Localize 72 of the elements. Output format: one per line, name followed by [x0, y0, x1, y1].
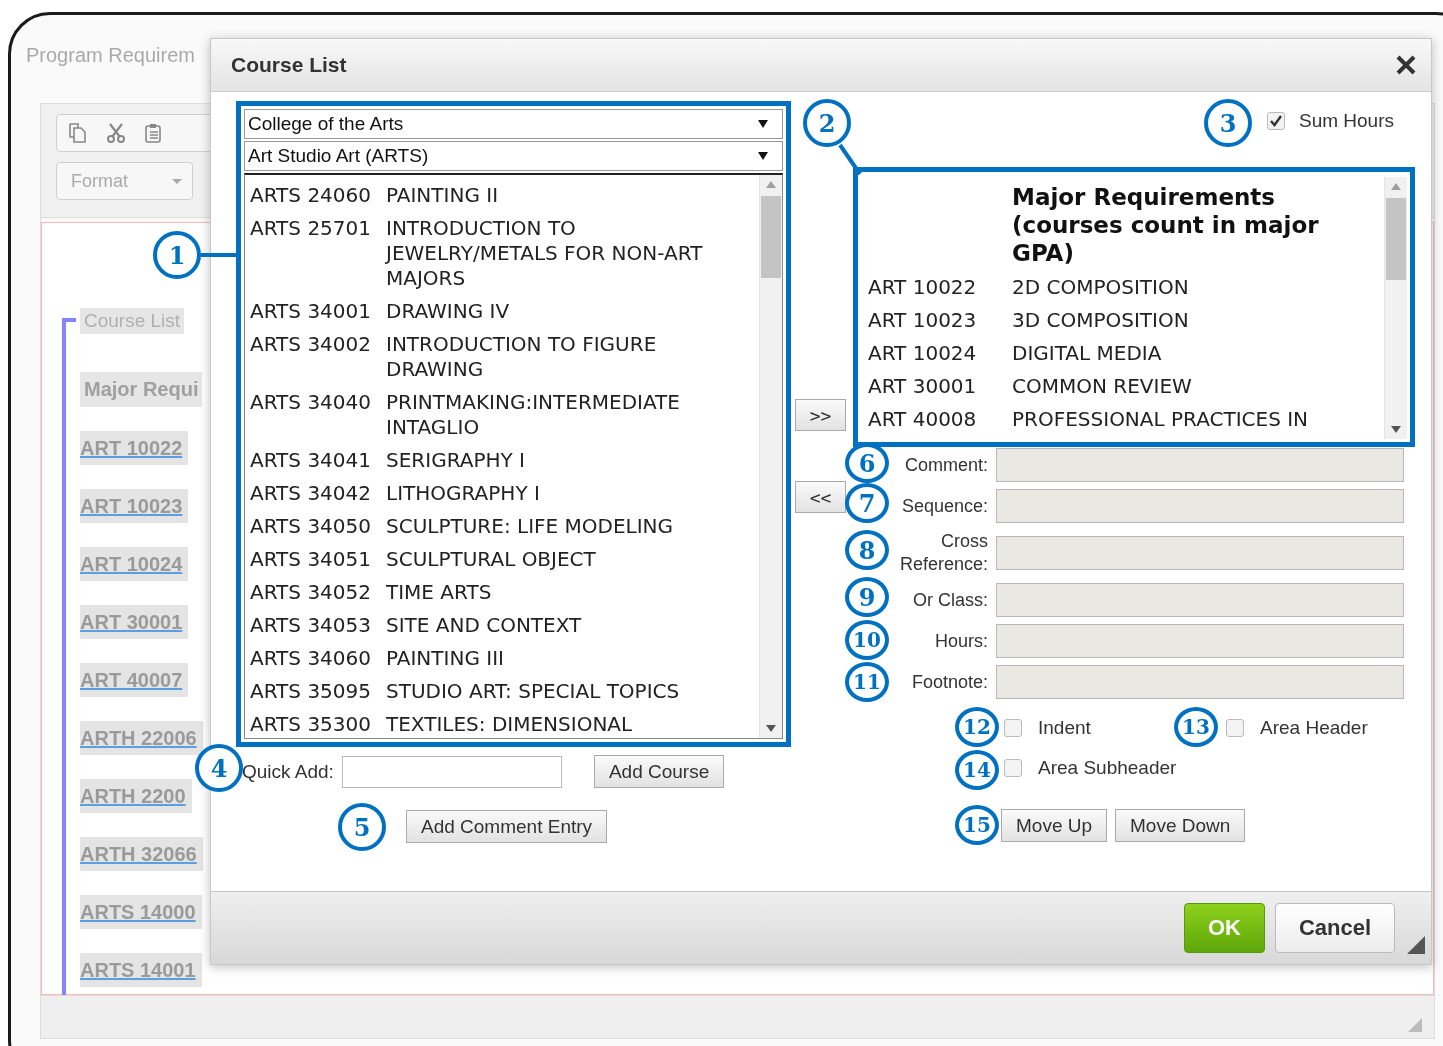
- list-item[interactable]: ART 30001 COMMON REVIEW: [863, 370, 1384, 403]
- window-title: Program Requirem: [26, 43, 195, 67]
- list-item[interactable]: ARTS 34040 PRINTMAKING:INTERMEDIATE INTAGLIO: [245, 386, 759, 444]
- scissors-icon[interactable]: [105, 122, 127, 144]
- field-label: Cross Reference:: [898, 530, 988, 576]
- scroll-up-icon[interactable]: [1391, 183, 1401, 190]
- checkbox[interactable]: [1266, 112, 1285, 130]
- checkbox[interactable]: [1226, 719, 1244, 737]
- input-field[interactable]: [996, 489, 1404, 523]
- checkbox[interactable]: [1004, 759, 1022, 777]
- move-down-button[interactable]: Move Down: [1115, 809, 1246, 842]
- checkbox-label: Indent: [1038, 717, 1091, 739]
- list-item[interactable]: ARTS 35095 STUDIO ART: SPECIAL TOPICS: [245, 675, 759, 708]
- field-label: Comment:: [904, 453, 988, 477]
- input-field[interactable]: [996, 536, 1404, 570]
- checkbox[interactable]: [1004, 719, 1022, 737]
- caret-icon: [758, 152, 768, 160]
- input-field[interactable]: [996, 624, 1404, 658]
- checkmark-icon: [1268, 114, 1283, 128]
- checkbox-label: Sum Hours: [1298, 110, 1394, 132]
- list-item[interactable]: ART 40008 PROFESSIONAL PRACTICES IN: [863, 403, 1384, 436]
- college-select[interactable]: College of the Arts: [244, 109, 783, 139]
- field-label: Footnote:: [911, 670, 988, 694]
- list-heading: Major Requirements (courses count in major GPA): [1012, 183, 1320, 267]
- scroll-down-icon[interactable]: [766, 725, 776, 732]
- input-field[interactable]: [996, 448, 1404, 482]
- list-item[interactable]: ARTS 24060 PAINTING II: [245, 179, 759, 212]
- field-label: Quick Add:: [241, 760, 334, 783]
- field-label: Or Class:: [913, 588, 988, 612]
- list-item[interactable]: ARTS 34001 DRAWING IV: [245, 295, 759, 328]
- list-item[interactable]: ARTS 34041 SERIGRAPHY I: [245, 444, 759, 477]
- quick-add-field[interactable]: [341, 755, 562, 788]
- resize-grip-icon[interactable]: [1407, 936, 1425, 954]
- input-field[interactable]: [996, 583, 1404, 617]
- subject-select[interactable]: Art Studio Art (ARTS): [244, 141, 783, 171]
- selected-listbox[interactable]: Major Requirements (courses count in major GPA) ART 10022 2D COMPOSITION ART 10023 3D COMPOSITION ART 10024 DIGITAL MEDIA ART 30001 COMMON REVIEW ART 40008 PROFESSIONAL PRACTICES IN: [863, 177, 1384, 439]
- dialog-title: Course List: [231, 53, 347, 77]
- remove-button[interactable]: <<: [795, 481, 846, 513]
- add-button[interactable]: >>: [795, 399, 846, 431]
- copy-icon[interactable]: [67, 122, 89, 144]
- list-item[interactable]: ARTS 34051 SCULPTURAL OBJECT: [245, 543, 759, 576]
- list-item[interactable]: ARTS 34052 TIME ARTS: [245, 576, 759, 609]
- list-item[interactable]: ART 10024 DIGITAL MEDIA: [863, 337, 1384, 370]
- add-comment-button[interactable]: Add Comment Entry: [406, 810, 608, 843]
- scrollbar[interactable]: [1384, 177, 1407, 439]
- list-item[interactable]: ARTS 35300 TEXTILES: DIMENSIONAL: [245, 708, 759, 738]
- scrollbar[interactable]: [759, 175, 782, 738]
- field-label: Hours:: [935, 629, 988, 653]
- caret-icon: [172, 177, 182, 185]
- checkbox-label: Area Header: [1260, 717, 1368, 739]
- close-icon[interactable]: [1395, 54, 1417, 76]
- field-label: Sequence:: [901, 494, 988, 518]
- scroll-thumb[interactable]: [761, 196, 781, 278]
- list-item[interactable]: ARTS 34060 PAINTING III: [245, 642, 759, 675]
- scroll-thumb[interactable]: [1386, 198, 1406, 280]
- cancel-button[interactable]: Cancel: [1275, 903, 1395, 953]
- list-item[interactable]: ARTS 34042 LITHOGRAPHY I: [245, 477, 759, 510]
- caret-icon: [758, 120, 768, 128]
- scroll-down-icon[interactable]: [1391, 426, 1401, 433]
- input-field[interactable]: [996, 665, 1404, 699]
- list-item[interactable]: ART 10022 2D COMPOSITION: [863, 271, 1384, 304]
- checkbox-label: Area Subheader: [1038, 757, 1177, 779]
- list-item[interactable]: ART 10023 3D COMPOSITION: [863, 304, 1384, 337]
- list-item[interactable]: ARTS 25701 INTRODUCTION TO JEWELRY/METALS FOR NON-ART MAJORS: [245, 212, 759, 295]
- add-course-button[interactable]: Add Course: [593, 755, 725, 788]
- scroll-up-icon[interactable]: [766, 181, 776, 188]
- list-item[interactable]: ARTS 34053 SITE AND CONTEXT: [245, 609, 759, 642]
- list-item[interactable]: ARTS 34002 INTRODUCTION TO FIGURE DRAWING: [245, 328, 759, 386]
- move-up-button[interactable]: Move Up: [1001, 809, 1108, 842]
- section-heading: Major Requi: [80, 372, 203, 407]
- list-item[interactable]: ARTS 34050 SCULPTURE: LIFE MODELING: [245, 510, 759, 543]
- resize-grip-icon[interactable]: [1408, 1018, 1422, 1032]
